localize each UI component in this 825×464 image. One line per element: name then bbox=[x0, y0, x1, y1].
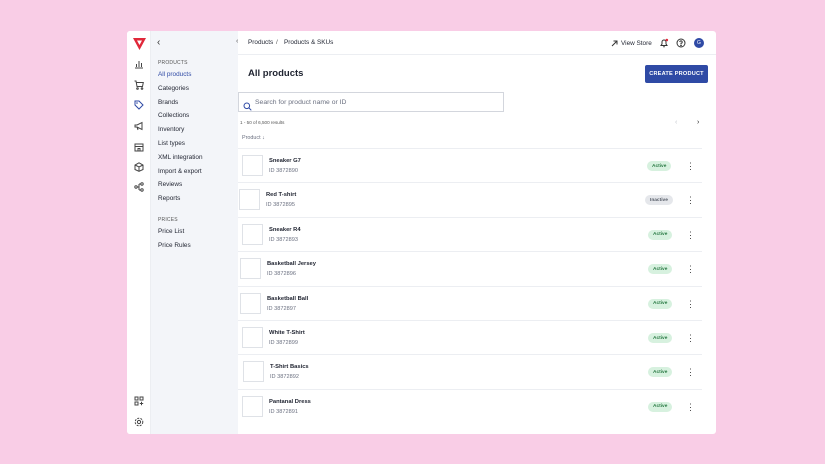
more-options-icon[interactable]: ⋮ bbox=[686, 298, 695, 310]
megaphone-icon[interactable] bbox=[134, 121, 144, 131]
product-name[interactable]: Sneaker G7 bbox=[269, 158, 301, 164]
more-options-icon[interactable]: ⋮ bbox=[686, 194, 695, 206]
breadcrumb-products[interactable]: Products bbox=[248, 39, 273, 46]
flow-icon[interactable] bbox=[134, 182, 144, 192]
product-id: ID 3872891 bbox=[269, 408, 298, 415]
table-row[interactable]: Red T-shirt ID 3872895 Inactive ⋮ bbox=[238, 182, 702, 216]
status-badge: Inactive bbox=[645, 195, 673, 206]
more-options-icon[interactable]: ⋮ bbox=[686, 401, 695, 413]
sidebar-item-list-types[interactable]: List types bbox=[158, 140, 185, 147]
breadcrumb-separator: / bbox=[276, 39, 278, 46]
notification-bell-icon[interactable] bbox=[659, 38, 669, 48]
avatar[interactable]: G bbox=[694, 38, 704, 48]
sidebar-item-import-export[interactable]: Import & export bbox=[158, 168, 202, 175]
product-id: ID 3872896 bbox=[267, 271, 296, 278]
app-window: ‹ PRODUCTS All products Categories Brand… bbox=[127, 31, 716, 434]
page-title: All products bbox=[248, 68, 304, 79]
product-name[interactable]: Pantanal Dress bbox=[269, 399, 311, 405]
status-badge: Active bbox=[648, 401, 673, 412]
product-name[interactable]: Sneaker R4 bbox=[269, 227, 301, 233]
product-name[interactable]: White T-Shirt bbox=[269, 330, 305, 336]
product-thumbnail bbox=[242, 155, 263, 176]
sidebar-item-brands[interactable]: Brands bbox=[158, 99, 178, 106]
sidebar-item-reviews[interactable]: Reviews bbox=[158, 181, 182, 188]
chart-icon[interactable] bbox=[134, 59, 144, 69]
product-thumbnail bbox=[242, 395, 263, 417]
status-badge: Active bbox=[648, 333, 673, 343]
brand-logo-icon[interactable] bbox=[133, 37, 146, 50]
breadcrumb-products-skus: Products & SKUs bbox=[284, 39, 334, 46]
product-id: ID 3872899 bbox=[269, 340, 298, 346]
help-icon[interactable] bbox=[676, 38, 686, 48]
top-header: ‹ Products / Products & SKUs View Store … bbox=[236, 31, 716, 55]
gear-icon[interactable] bbox=[134, 417, 144, 427]
table-row[interactable]: Sneaker R4 ID 3872893 Active ⋮ bbox=[238, 216, 702, 251]
sidebar-item-price-list[interactable]: Price List bbox=[158, 228, 184, 235]
search-input[interactable] bbox=[255, 96, 495, 109]
sidebar-item-all-products[interactable]: All products bbox=[158, 71, 191, 78]
view-store-label: View Store bbox=[621, 39, 652, 47]
product-name[interactable]: Basketball Jersey bbox=[267, 261, 316, 267]
search-box bbox=[238, 92, 504, 112]
column-header-product[interactable]: Product ↓ bbox=[242, 135, 265, 141]
search-icon bbox=[243, 98, 252, 111]
store-icon[interactable] bbox=[134, 142, 144, 152]
table-row[interactable]: Basketball Jersey ID 3872896 Active ⋮ bbox=[238, 251, 702, 285]
more-options-icon[interactable]: ⋮ bbox=[686, 332, 695, 344]
results-count: 1 - 50 of 6,500 results bbox=[240, 120, 285, 125]
product-thumbnail bbox=[239, 189, 260, 211]
more-options-icon[interactable]: ⋮ bbox=[686, 366, 695, 378]
sidebar-item-reports[interactable]: Reports bbox=[158, 195, 180, 202]
box-icon[interactable] bbox=[134, 162, 144, 172]
product-thumbnail bbox=[243, 361, 264, 383]
main-content: ‹ Products / Products & SKUs View Store … bbox=[236, 31, 716, 434]
product-thumbnail bbox=[242, 223, 263, 245]
product-name[interactable]: Red T-shirt bbox=[266, 192, 296, 198]
sidebar-collapse-button[interactable]: ‹ bbox=[157, 37, 160, 48]
back-chevron-icon[interactable]: ‹ bbox=[236, 38, 238, 45]
product-thumbnail bbox=[242, 327, 263, 348]
product-thumbnail bbox=[240, 258, 261, 280]
status-badge: Active bbox=[647, 161, 672, 171]
table-row[interactable]: Pantanal Dress ID 3872891 Active ⋮ bbox=[238, 388, 702, 423]
sidebar: ‹ PRODUCTS All products Categories Brand… bbox=[151, 31, 238, 434]
more-options-icon[interactable]: ⋮ bbox=[686, 160, 695, 172]
pager-next-button[interactable]: › bbox=[697, 119, 699, 126]
sidebar-item-xml-integration[interactable]: XML integration bbox=[158, 154, 203, 161]
more-options-icon[interactable]: ⋮ bbox=[686, 263, 695, 275]
sidebar-item-categories[interactable]: Categories bbox=[158, 85, 189, 92]
sidebar-item-inventory[interactable]: Inventory bbox=[158, 126, 184, 133]
status-badge: Active bbox=[648, 229, 673, 240]
sidebar-section-products: PRODUCTS bbox=[158, 60, 188, 66]
product-id: ID 3872895 bbox=[266, 202, 295, 209]
product-name[interactable]: T-Shirt Basics bbox=[270, 364, 309, 370]
cart-icon[interactable] bbox=[134, 80, 144, 90]
table-row[interactable]: Sneaker G7 ID 3872890 Active ⋮ bbox=[238, 148, 702, 182]
product-id: ID 3872897 bbox=[267, 305, 296, 312]
status-badge: Active bbox=[648, 264, 673, 275]
pager-prev-button[interactable]: ‹ bbox=[675, 119, 677, 126]
product-name[interactable]: Basketball Ball bbox=[267, 296, 308, 302]
table-row[interactable]: T-Shirt Basics ID 3872892 Active ⋮ bbox=[238, 354, 702, 388]
view-store-link[interactable]: View Store bbox=[611, 37, 652, 49]
add-widget-icon[interactable] bbox=[134, 396, 144, 406]
product-thumbnail bbox=[240, 292, 261, 314]
product-id: ID 3872890 bbox=[269, 168, 298, 174]
table-row[interactable]: Basketball Ball ID 3872897 Active ⋮ bbox=[238, 285, 702, 320]
tag-icon[interactable] bbox=[134, 100, 144, 110]
icon-rail bbox=[127, 31, 151, 434]
table-row[interactable]: White T-Shirt ID 3872899 Active ⋮ bbox=[238, 320, 702, 354]
sidebar-section-prices: PRICES bbox=[158, 217, 178, 223]
more-options-icon[interactable]: ⋮ bbox=[686, 229, 695, 241]
sidebar-item-price-rules[interactable]: Price Rules bbox=[158, 242, 191, 249]
status-badge: Active bbox=[648, 298, 673, 309]
product-id: ID 3872892 bbox=[270, 374, 299, 381]
external-arrow-icon bbox=[611, 40, 618, 47]
product-id: ID 3872893 bbox=[269, 236, 298, 243]
create-product-button[interactable]: CREATE PRODUCT bbox=[645, 65, 708, 83]
status-badge: Active bbox=[648, 367, 673, 378]
sidebar-item-collections[interactable]: Collections bbox=[158, 112, 189, 119]
